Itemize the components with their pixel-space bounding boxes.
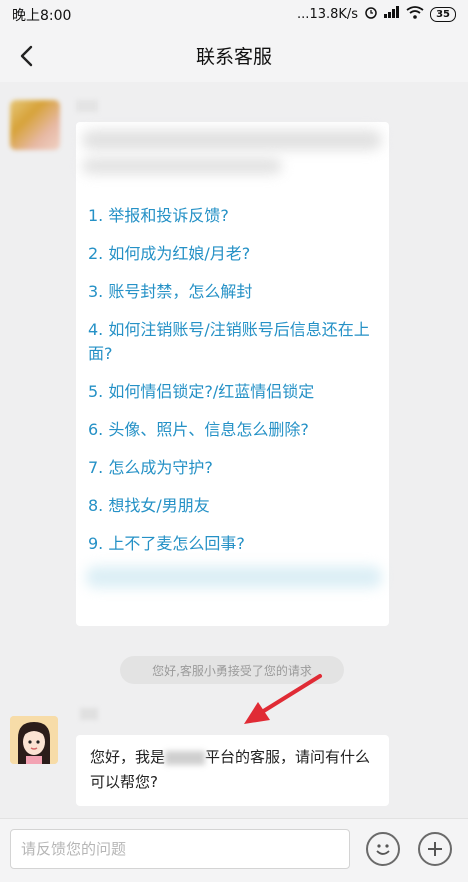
redacted-footer-text bbox=[86, 566, 382, 588]
redacted-header-text bbox=[82, 130, 382, 150]
bot-avatar bbox=[10, 100, 60, 150]
signal-icon bbox=[384, 6, 400, 22]
faq-item-mic-issue[interactable]: 9. 上不了麦怎么回事? bbox=[88, 532, 375, 556]
wifi-icon bbox=[406, 5, 424, 23]
status-bar: 晚上8:00 ...13.8K/s 35 bbox=[0, 0, 468, 30]
faq-list: 1. 举报和投诉反馈? 2. 如何成为红娘/月老? 3. 账号封禁，怎么解封 4… bbox=[88, 204, 375, 570]
agent-avatar bbox=[10, 716, 58, 764]
redacted-header-text-2 bbox=[82, 158, 282, 174]
plus-icon bbox=[428, 842, 442, 856]
emoji-button[interactable] bbox=[366, 832, 400, 866]
faq-item-guardian[interactable]: 7. 怎么成为守护? bbox=[88, 456, 375, 480]
page-title: 联系客服 bbox=[195, 46, 272, 68]
smiley-icon bbox=[376, 844, 390, 855]
agent-message-bubble: 您好，我是 平台的客服，请问有什么可以帮您? bbox=[76, 735, 389, 806]
system-notice: 您好,客服小勇接受了您的请求 bbox=[120, 656, 344, 684]
add-attachment-button[interactable] bbox=[418, 832, 452, 866]
faq-item-delete-info[interactable]: 6. 头像、照片、信息怎么删除? bbox=[88, 418, 375, 442]
redacted-platform-name bbox=[165, 750, 206, 765]
faq-menu-bubble: 1. 举报和投诉反馈? 2. 如何成为红娘/月老? 3. 账号封禁，怎么解封 4… bbox=[76, 122, 389, 626]
faq-item-report[interactable]: 1. 举报和投诉反馈? bbox=[88, 204, 375, 228]
agent-name-redacted bbox=[80, 708, 98, 720]
faq-item-find-partner[interactable]: 8. 想找女/男朋友 bbox=[88, 494, 375, 518]
agent-message-text: 您好，我是 平台的客服，请问有什么可以帮您? bbox=[90, 748, 371, 791]
bot-name-redacted bbox=[76, 100, 98, 112]
input-bar bbox=[0, 818, 468, 882]
faq-item-couple-lock[interactable]: 5. 如何情侣锁定?/红蓝情侣锁定 bbox=[88, 380, 375, 404]
faq-item-delete-account[interactable]: 4. 如何注销账号/注销账号后信息还在上面? bbox=[88, 318, 375, 366]
nav-bar: 联系客服 bbox=[0, 30, 468, 82]
faq-item-account-ban[interactable]: 3. 账号封禁，怎么解封 bbox=[88, 280, 375, 304]
network-speed: ...13.8K/s bbox=[297, 6, 359, 22]
faq-item-matchmaker[interactable]: 2. 如何成为红娘/月老? bbox=[88, 242, 375, 266]
feedback-input[interactable] bbox=[10, 829, 350, 869]
status-time: 晚上8:00 bbox=[12, 8, 72, 24]
battery-indicator: 35 bbox=[430, 6, 456, 22]
status-indicators: ...13.8K/s 35 bbox=[297, 5, 456, 23]
alarm-icon bbox=[364, 5, 378, 23]
